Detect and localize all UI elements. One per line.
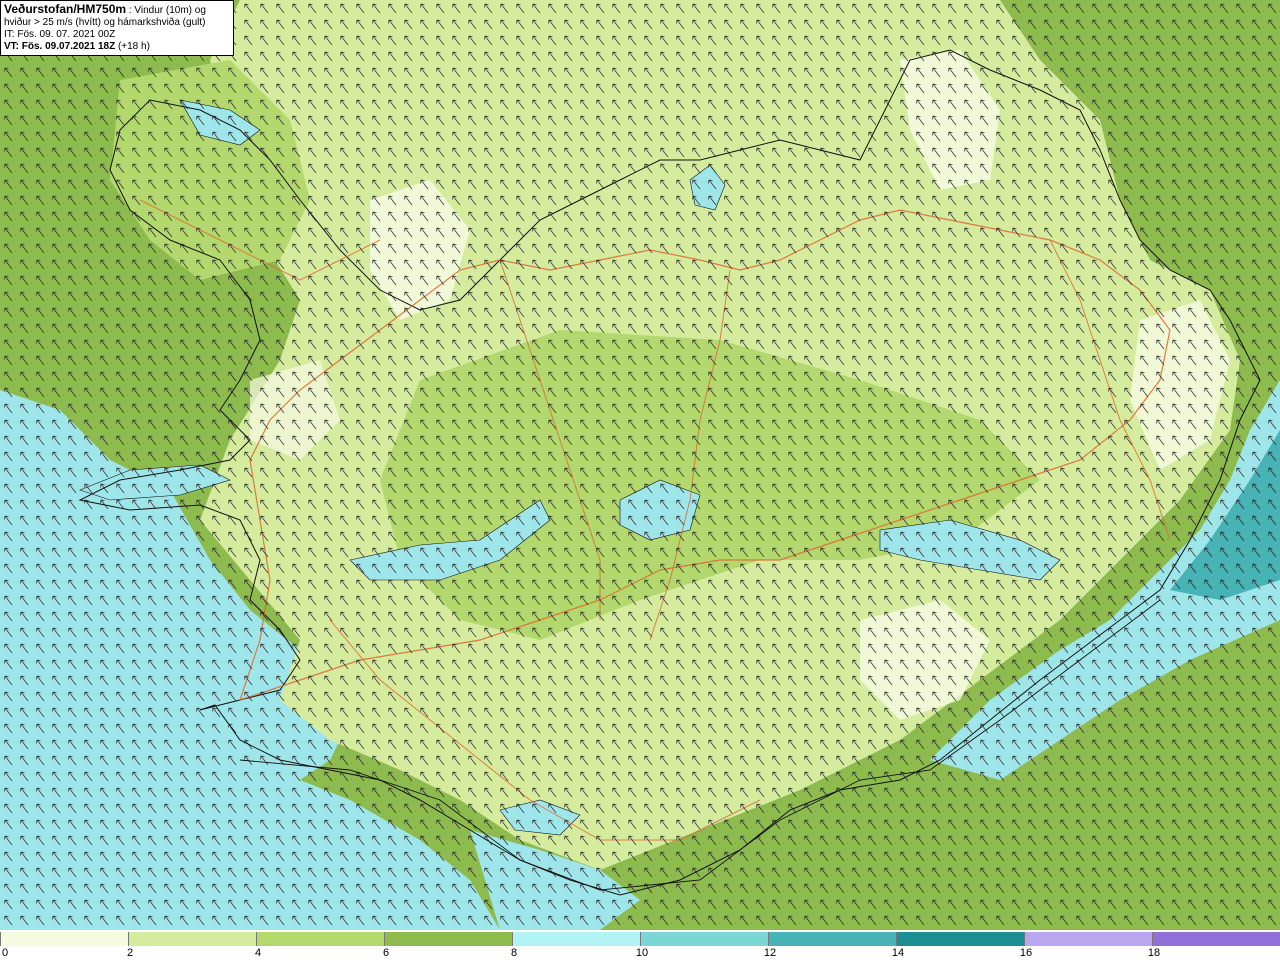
colorbar-swatch xyxy=(0,932,128,946)
colorbar-tick-label: 6 xyxy=(382,947,390,959)
wind-arrows xyxy=(0,0,1280,930)
valid-time: VT: Fös. 09.07.2021 18Z xyxy=(4,41,116,52)
colorbar-swatch xyxy=(256,932,384,946)
colorbar-swatch xyxy=(1152,932,1280,946)
colorbar-tick-label: 2 xyxy=(126,947,134,959)
lead-time: (+18 h) xyxy=(115,41,150,52)
colorbar-swatch xyxy=(768,932,896,946)
colorbar-tick-label: 8 xyxy=(510,947,518,959)
colorbar-tick-label: 4 xyxy=(254,947,262,959)
colorbar-swatches xyxy=(0,932,1280,946)
colorbar-tick-label: 14 xyxy=(891,947,905,959)
agency-model-label: Veðurstofan/HM750m xyxy=(4,3,127,16)
description-line-2: hviður > 25 m/s (hvítt) og hámarkshviða … xyxy=(4,17,206,28)
init-time: IT: Fös. 09. 07. 2021 00Z xyxy=(4,29,116,40)
colorbar-ticks: 0 2 4 6 8 10 12 14 16 18 xyxy=(0,947,1280,960)
colorbar-swatch xyxy=(1024,932,1152,946)
colorbar-swatch xyxy=(512,932,640,946)
colorbar-tick-label: 18 xyxy=(1147,947,1161,959)
description-line-1: : Vindur (10m) og xyxy=(126,5,206,16)
wind-map xyxy=(0,0,1280,930)
colorbar-swatch xyxy=(384,932,512,946)
colorbar-tick-label: 16 xyxy=(1019,947,1033,959)
colorbar-legend: 0 2 4 6 8 10 12 14 16 18 xyxy=(0,930,1280,960)
title-box: Veðurstofan/HM750m : Vindur (10m) og hvi… xyxy=(0,0,234,56)
colorbar-tick-label: 12 xyxy=(763,947,777,959)
colorbar-tick-label: 10 xyxy=(635,947,649,959)
colorbar-swatch xyxy=(640,932,768,946)
colorbar-swatch xyxy=(128,932,256,946)
colorbar-swatch xyxy=(896,932,1024,946)
colorbar-tick-label: 0 xyxy=(2,947,9,959)
